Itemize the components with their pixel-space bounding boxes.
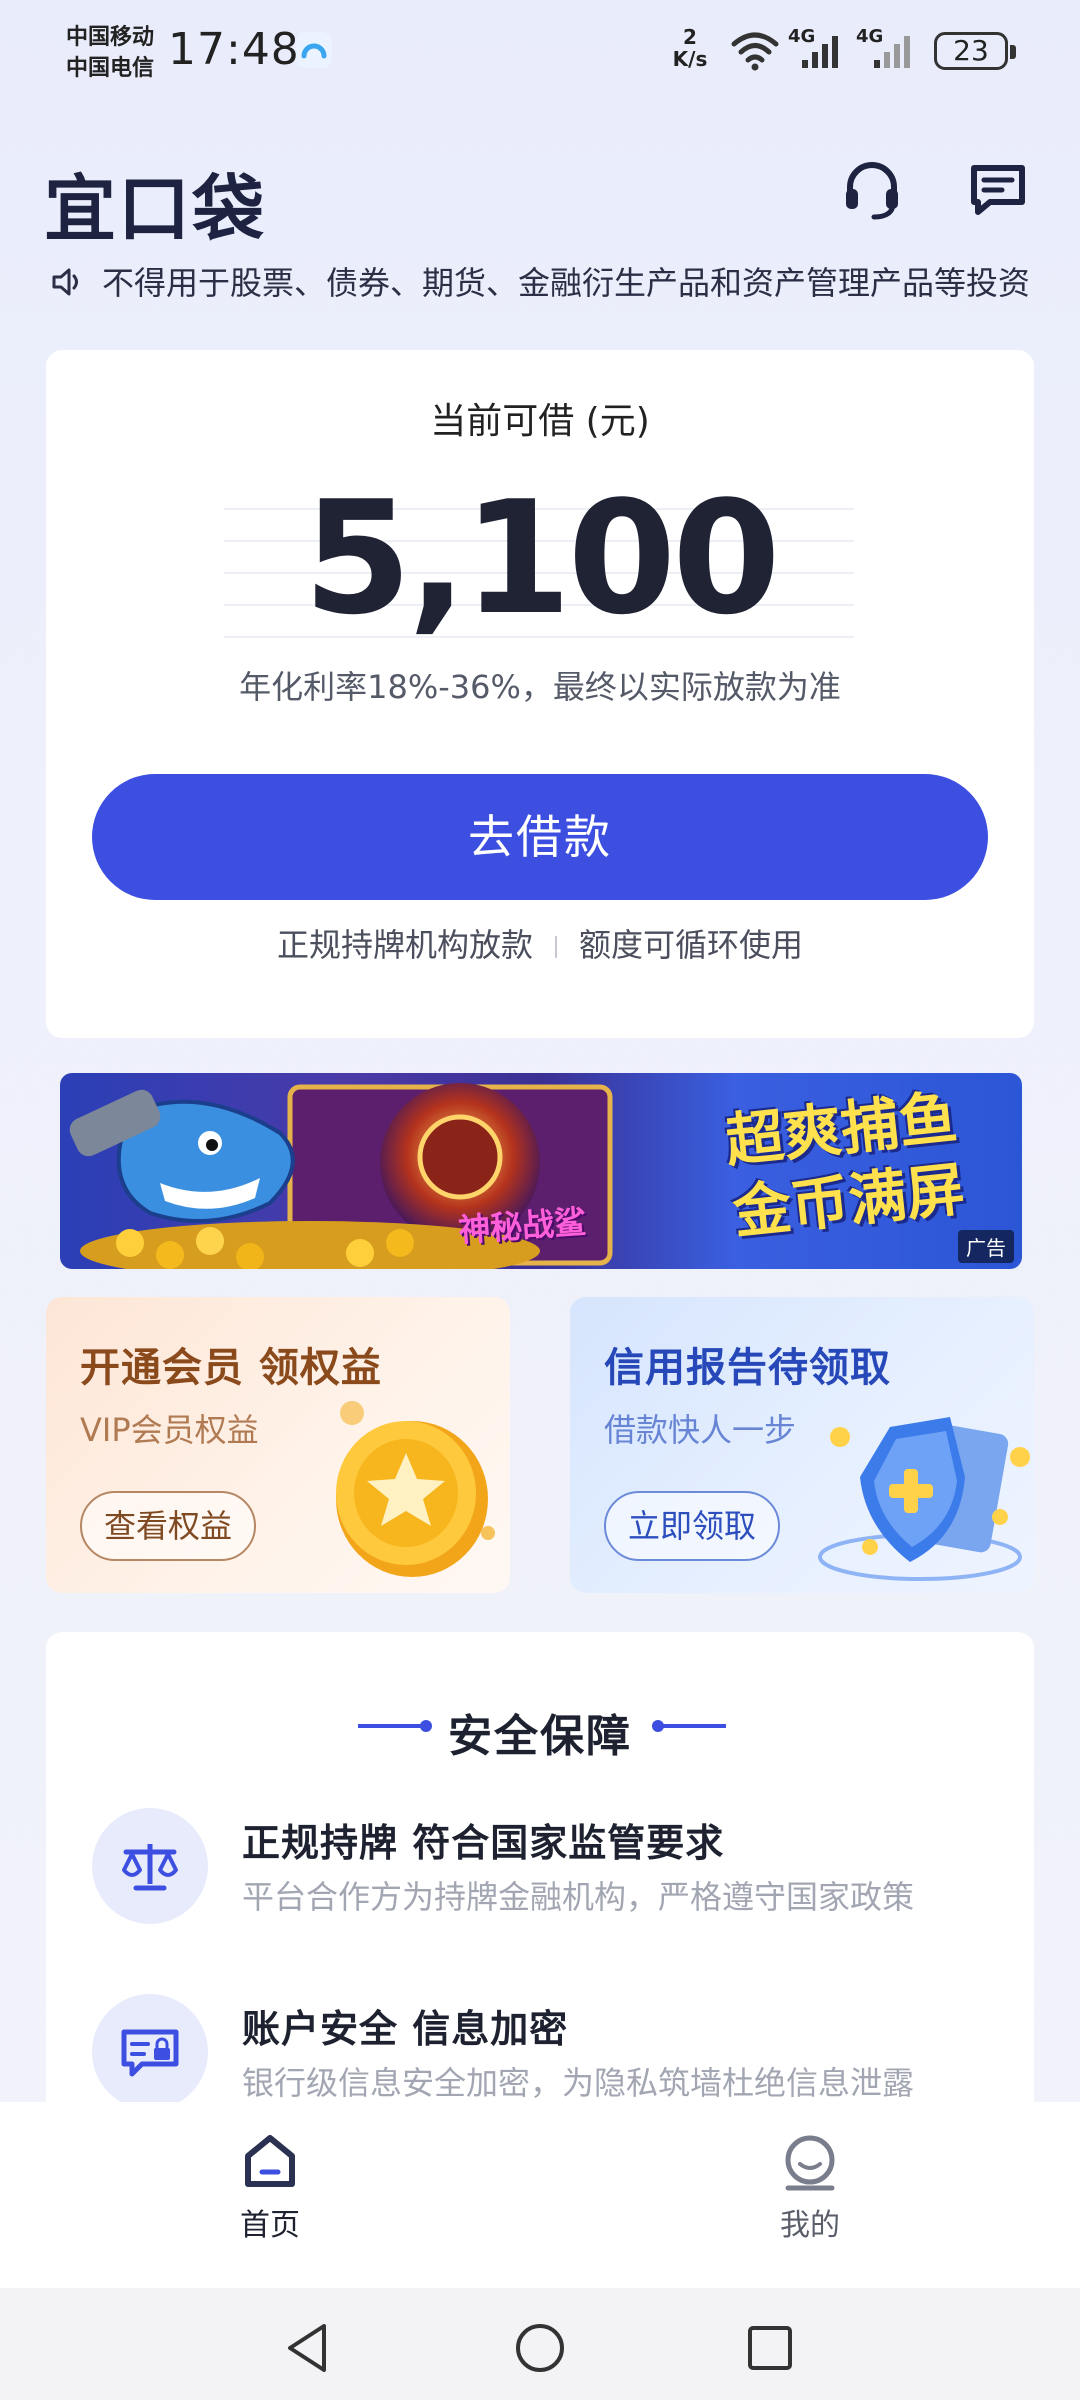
shield-report-icon (818, 1417, 1030, 1581)
wifi-icon (731, 32, 779, 71)
revolving-tag: 额度可循环使用 (579, 926, 804, 964)
back-triangle-icon (288, 2324, 326, 2372)
security-item-licensed: 正规持牌 符合国家监管要求 平台合作方为持牌金融机构，严格遵守国家政策 (92, 1808, 992, 1928)
system-nav-bar (0, 2288, 1080, 2400)
ad-game-art (69, 1083, 613, 1269)
notice-text: 不得用于股票、债券、期货、金融衍生产品和资产管理产品等投资 (102, 264, 1030, 302)
loan-card: 当前可借 (元) 5,100 年化利率18%-36%，最终以实际放款为准 去借款… (46, 350, 1034, 1038)
security-item-title: 正规持牌 符合国家监管要求 (242, 1821, 725, 1865)
vip-promo-card[interactable]: 开通会员 领权益 VIP会员权益 查看权益 (46, 1297, 510, 1593)
ad-badge: 广告 (958, 1230, 1014, 1263)
ad-headline: 超爽捕鱼 金币满屏 (673, 1076, 1016, 1254)
message-icon (971, 165, 1025, 215)
nav-home-label: 首页 (240, 2208, 300, 2243)
security-item-desc: 银行级信息安全加密，为隐私筑墙杜绝信息泄露 (242, 2064, 915, 2102)
speaker-icon (52, 268, 78, 296)
view-benefits-button[interactable]: 查看权益 (80, 1491, 257, 1561)
ad-game-title: 神秘战鲨 (456, 1202, 588, 1250)
gold-coin-icon (336, 1401, 495, 1577)
carrier-1: 中国移动 (66, 25, 155, 50)
security-title: 安全保障 (448, 1711, 632, 1762)
security-title-wrap: 安全保障 (46, 1700, 1034, 1764)
app-logo: 宜口袋 (44, 167, 267, 251)
vip-promo-subtitle: VIP会员权益 (80, 1411, 259, 1449)
headset-icon (846, 162, 898, 220)
credit-promo-subtitle: 借款快人一步 (604, 1411, 797, 1449)
nav-home[interactable]: 首页 (190, 2132, 350, 2244)
notice-marquee: 不得用于股票、债券、期货、金融衍生产品和资产管理产品等投资 (50, 258, 1030, 308)
ad-banner[interactable]: 神秘战鲨 超爽捕鱼 金币满屏 广告 (60, 1073, 1022, 1269)
status-time: 17:48 (168, 24, 300, 75)
nav-mine[interactable]: 我的 (730, 2132, 890, 2244)
app-notification-icon (296, 32, 332, 68)
status-bar: 中国移动 中国电信 17:48 2 K/s 4G 4G 23 (0, 0, 1080, 100)
credit-promo-title: 信用报告待领取 (604, 1345, 891, 1391)
recents-square-icon (748, 2326, 792, 2370)
security-item-title: 账户安全 信息加密 (242, 2007, 569, 2051)
battery-indicator: 23 (934, 32, 1016, 70)
borrow-tags: 正规持牌机构放款 额度可循环使用 (46, 920, 1034, 970)
available-loan-amount: 5,100 (303, 467, 780, 649)
claim-now-button[interactable]: 立即领取 (604, 1491, 781, 1561)
scale-icon (92, 1808, 208, 1924)
net-speed-value: 2 (683, 25, 697, 49)
id-card-lock-icon (92, 1994, 208, 2110)
recents-button[interactable] (740, 2318, 800, 2378)
security-item-desc: 平台合作方为持牌金融机构，严格遵守国家政策 (242, 1878, 915, 1916)
messages-button[interactable] (966, 158, 1030, 222)
security-item-encryption: 账户安全 信息加密 银行级信息安全加密，为隐私筑墙杜绝信息泄露 (92, 1994, 992, 2114)
credit-report-promo-card[interactable]: 信用报告待领取 借款快人一步 立即领取 (570, 1297, 1034, 1593)
back-button[interactable] (278, 2318, 338, 2378)
licensed-tag: 正规持牌机构放款 (276, 926, 533, 964)
home-system-button[interactable] (510, 2318, 570, 2378)
tag-divider (555, 936, 557, 958)
bottom-nav: 首页 我的 (0, 2102, 1080, 2288)
interest-rate-note: 年化利率18%-36%，最终以实际放款为准 (239, 668, 841, 706)
net-speed-unit: K/s (672, 47, 708, 71)
nav-mine-label: 我的 (780, 2208, 840, 2243)
home-icon (245, 2135, 295, 2187)
carrier-labels: 中国移动 中国电信 (66, 22, 154, 84)
borrow-button[interactable]: 去借款 (92, 774, 988, 900)
customer-service-button[interactable] (840, 158, 904, 222)
home-circle-icon (516, 2324, 564, 2372)
carrier-2: 中国电信 (66, 56, 155, 81)
available-loan-label: 当前可借 (元) (430, 401, 650, 442)
net-speed: 2 K/s (670, 26, 710, 70)
profile-icon (785, 2135, 835, 2191)
